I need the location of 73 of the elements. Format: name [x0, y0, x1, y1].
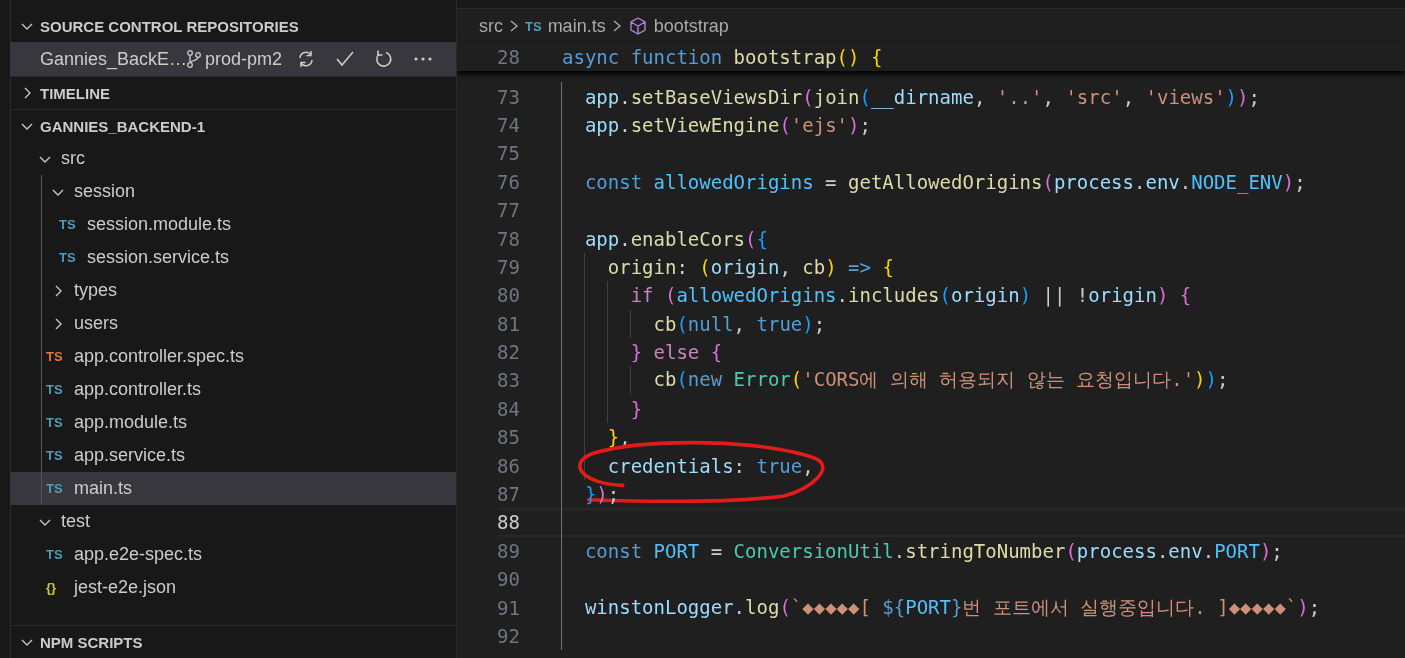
section-header[interactable]: SOURCE CONTROL REPOSITORIES — [10, 10, 456, 42]
file-type-icon: TS — [46, 382, 63, 397]
branch-icon — [186, 49, 202, 69]
file-type-icon: TS — [46, 415, 63, 430]
tree-item[interactable]: TS main.ts — [10, 472, 456, 505]
file-type-icon: TS — [59, 250, 76, 265]
file-type-icon: TS — [46, 448, 63, 463]
code-line: app.setBaseViewsDir(join(__dirname, '..', 'src', 'views')); — [583, 85, 1260, 108]
tree-item[interactable]: TS app.e2e-spec.ts — [10, 538, 456, 571]
code-line: winstonLogger.log(`◆◆◆◆◆[ ${PORT}번 포트에서 실행중입니다. ]◆◆◆◆◆`); — [583, 594, 1321, 620]
breadcrumb-item[interactable]: src — [479, 15, 503, 37]
line-number: 89 — [496, 539, 520, 562]
line-number: 75 — [496, 142, 520, 165]
repository-row[interactable]: Gannies_BackE… prod-pm2 — [10, 42, 456, 76]
line-number: 91 — [496, 596, 520, 619]
line-number: 79 — [496, 255, 520, 278]
file-type-icon: {} — [46, 580, 57, 595]
line-number: 92 — [496, 625, 520, 647]
line-number: 73 — [496, 85, 520, 108]
branch-name[interactable]: prod-pm2 — [205, 48, 283, 70]
line-number: 90 — [496, 568, 520, 591]
line-number: 84 — [496, 397, 520, 420]
line-number: 83 — [496, 369, 520, 392]
line-number: 74 — [496, 113, 520, 136]
tree-item[interactable]: {} jest-e2e.json — [10, 571, 456, 604]
file-type-icon: TS — [46, 547, 63, 562]
section-header[interactable]: GANNIES_BACKEND-1 — [10, 110, 456, 142]
file-type-icon: TS — [46, 349, 63, 364]
tree-item[interactable]: TS app.controller.ts — [10, 373, 456, 406]
tree-item[interactable]: TS session.service.ts — [10, 241, 456, 274]
code-line: origin: (origin, cb) => { — [606, 255, 894, 278]
section-header[interactable]: TIMELINE — [10, 77, 456, 109]
tree-item[interactable]: TS app.controller.spec.ts — [10, 340, 456, 373]
line-number: 82 — [496, 341, 520, 364]
line-number: 86 — [496, 454, 520, 477]
tree-item[interactable]: types — [10, 274, 456, 307]
section-header[interactable]: NPM SCRIPTS — [10, 626, 456, 658]
code-line: } else { — [629, 341, 723, 364]
code-line: const PORT = ConversionUtil.stringToNumber(process.env.PORT); — [583, 539, 1283, 562]
code-line: if (allowedOrigins.includes(origin) || !origin) { — [629, 284, 1192, 307]
code-line: const allowedOrigins = getAllowedOrigins(process.env.NODE_ENV); — [583, 170, 1306, 193]
line-number: 77 — [496, 199, 520, 222]
file-type-icon: TS — [46, 481, 63, 496]
tree-item[interactable]: src — [10, 142, 456, 175]
code-line: cb(null, true); — [652, 312, 826, 335]
repository-name: Gannies_BackE… — [40, 48, 186, 70]
code-line: async function bootstrap() { — [562, 46, 883, 69]
tree-item[interactable]: session — [10, 175, 456, 208]
code-line: app.setViewEngine('ejs'); — [583, 113, 871, 136]
breadcrumb-item[interactable]: bootstrap — [627, 15, 729, 37]
check-icon[interactable] — [335, 49, 356, 69]
line-number: 78 — [496, 227, 520, 250]
line-number: 88 — [496, 511, 520, 534]
line-number: 81 — [496, 312, 520, 335]
line-number: 85 — [496, 426, 520, 449]
file-type-icon: TS — [59, 217, 76, 232]
tree-item[interactable]: TS app.service.ts — [10, 439, 456, 472]
line-number: 87 — [496, 483, 520, 506]
breadcrumb-item[interactable]: TS main.ts — [525, 15, 606, 37]
line-number: 80 — [496, 284, 520, 307]
tree-item[interactable]: TS session.module.ts — [10, 208, 456, 241]
code-line: } — [629, 397, 643, 420]
tree-item[interactable]: users — [10, 307, 456, 340]
code-line: credentials: true, — [562, 454, 814, 477]
file-type-icon: TS — [525, 18, 542, 34]
cube-icon — [627, 16, 648, 36]
tree-item[interactable]: TS app.module.ts — [10, 406, 456, 439]
refresh-icon[interactable] — [374, 49, 395, 69]
code-line: cb(new Error('CORS에 의해 허용되지 않는 요청입니다.')); — [652, 367, 1229, 393]
code-line: app.enableCors({ — [583, 227, 768, 250]
line-number: 28 — [496, 46, 520, 69]
tree-item[interactable]: test — [10, 505, 456, 538]
line-number: 76 — [496, 170, 520, 193]
